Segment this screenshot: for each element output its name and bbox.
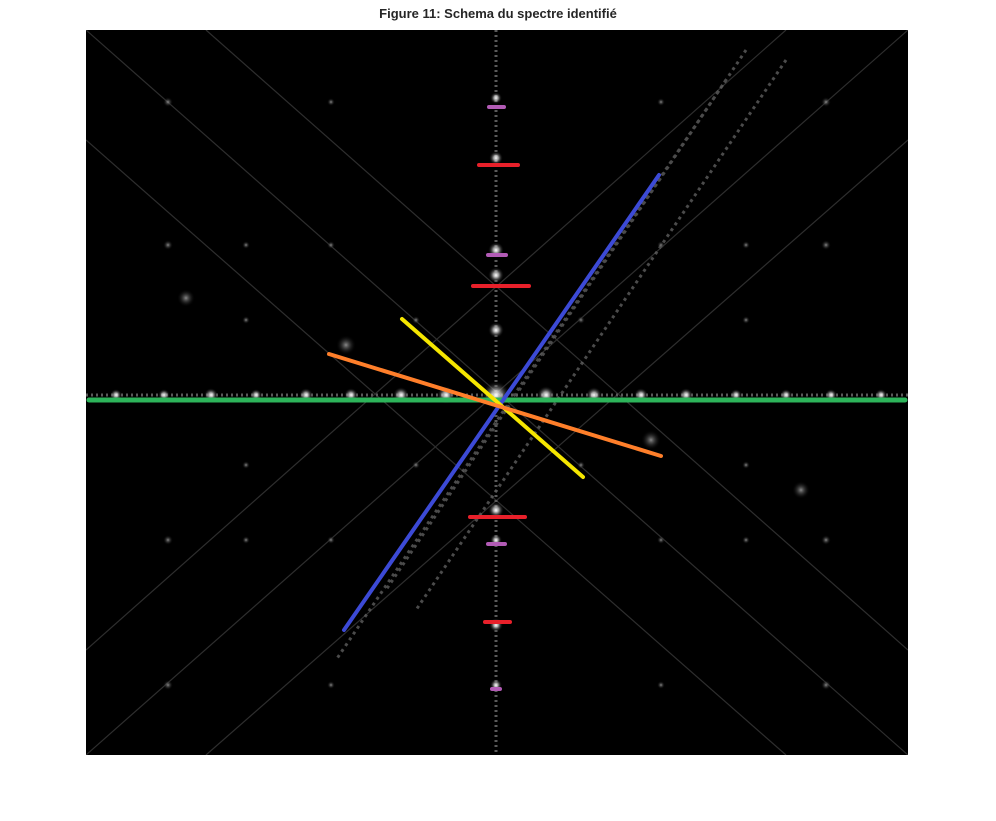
- spectrum-image: [86, 30, 908, 755]
- figure-title: Figure 11: Schema du spectre identifié: [379, 6, 617, 21]
